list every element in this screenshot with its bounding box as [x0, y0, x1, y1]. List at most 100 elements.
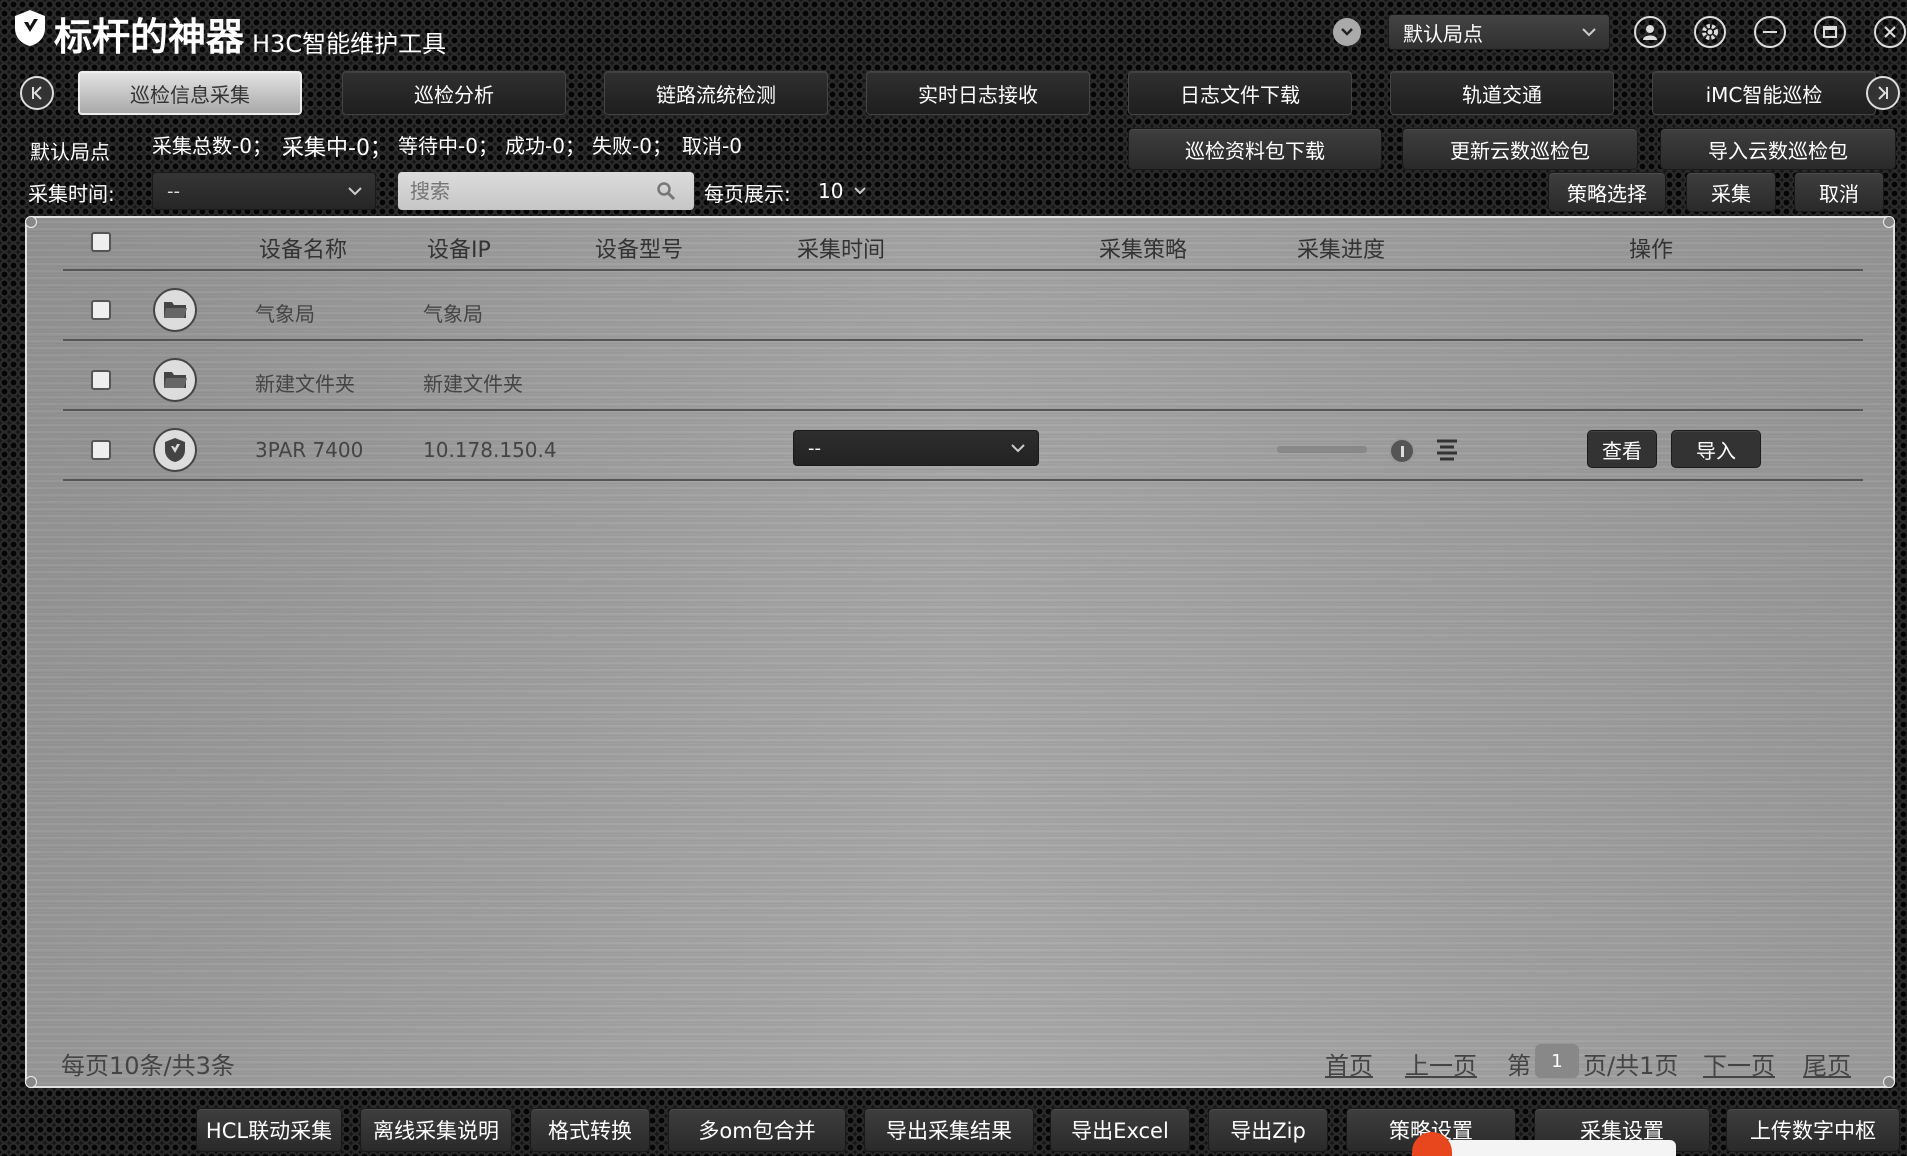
maximize-icon[interactable] [1814, 16, 1846, 48]
corner-screw-icon [1883, 1076, 1895, 1088]
select-all-checkbox[interactable] [91, 232, 111, 252]
row-device-ip: 气象局 [423, 302, 483, 326]
upload-digital-hub-button[interactable]: 上传数字中枢 [1726, 1108, 1900, 1152]
detail-list-icon[interactable] [1435, 438, 1459, 462]
offline-collect-help-button[interactable]: 离线采集说明 [360, 1108, 512, 1152]
row-device-ip: 新建文件夹 [423, 372, 523, 396]
hcl-collect-button[interactable]: HCL联动采集 [196, 1108, 342, 1152]
cancel-button[interactable]: 取消 [1794, 172, 1884, 212]
format-convert-button[interactable]: 格式转换 [530, 1108, 650, 1152]
corner-screw-icon [25, 216, 37, 228]
app-subtitle: H3C智能维护工具 [252, 30, 447, 58]
tab-inspection-analysis[interactable]: 巡检分析 [342, 71, 566, 115]
tab-scroll-right-icon[interactable] [1866, 76, 1900, 110]
site-selector-value: 默认局点 [1403, 21, 1483, 46]
pagination-page-prefix: 第 [1507, 1052, 1531, 1080]
folder-icon [153, 288, 197, 332]
header-device-model: 设备型号 [595, 238, 684, 263]
search-input[interactable] [408, 176, 648, 206]
row-progress-bar [1277, 446, 1367, 453]
app-logo [12, 8, 48, 48]
app-title: 标杆的神器 [54, 15, 245, 59]
corner-screw-icon [25, 1076, 37, 1088]
status-success: 成功-0； [505, 134, 585, 158]
status-waiting: 等待中-0； [398, 134, 498, 158]
row-view-button[interactable]: 查看 [1587, 430, 1657, 468]
tab-log-download[interactable]: 日志文件下载 [1128, 71, 1352, 115]
row-divider [63, 479, 1863, 481]
export-zip-button[interactable]: 导出Zip [1208, 1108, 1328, 1152]
search-icon[interactable] [656, 181, 676, 201]
download-package-button[interactable]: 巡检资料包下载 [1128, 128, 1382, 170]
strategy-select-button[interactable]: 策略选择 [1548, 172, 1666, 212]
collect-time-select[interactable]: -- [152, 172, 376, 210]
chevron-down-icon [348, 187, 362, 196]
per-page-value: 10 [818, 179, 844, 203]
pagination-last[interactable]: 尾页 [1803, 1046, 1851, 1081]
merge-om-button[interactable]: 多om包合并 [668, 1108, 846, 1152]
shield-logo-icon [15, 10, 45, 46]
site-selector[interactable]: 默认局点 [1388, 14, 1610, 50]
tab-rail-transit[interactable]: 轨道交通 [1390, 71, 1614, 115]
status-collecting: 采集中-0； [282, 136, 392, 161]
row-device-ip: 10.178.150.4 [423, 438, 557, 462]
chevron-down-icon [854, 187, 867, 195]
row-device-name: 3PAR 7400 [255, 438, 364, 462]
status-cancelled: 取消-0 [682, 134, 742, 158]
import-cloud-package-button[interactable]: 导入云数巡检包 [1660, 128, 1896, 170]
collect-time-label: 采集时间: [28, 182, 115, 206]
chevron-down-icon [1011, 444, 1025, 453]
pagination-current-page[interactable]: 1 [1535, 1044, 1579, 1078]
tab-imc-inspection[interactable]: iMC智能巡检 [1652, 71, 1876, 115]
header-operation: 操作 [1629, 238, 1674, 263]
current-page-number: 1 [1551, 1050, 1563, 1072]
header-collect-time: 采集时间 [797, 238, 886, 263]
row-checkbox[interactable] [91, 300, 111, 320]
pagination-summary: 每页10条/共3条 [61, 1052, 235, 1080]
gear-icon[interactable] [1694, 16, 1726, 48]
pagination-page-suffix: 页/共1页 [1583, 1052, 1679, 1080]
status-failed: 失败-0； [592, 134, 672, 158]
tab-scroll-left-icon[interactable] [20, 76, 54, 110]
collapse-chevron-icon[interactable] [1333, 18, 1361, 46]
tab-link-flow-detect[interactable]: 链路流统检测 [604, 71, 828, 115]
row-device-name: 新建文件夹 [255, 372, 355, 396]
update-cloud-package-button[interactable]: 更新云数巡检包 [1402, 128, 1638, 170]
close-icon[interactable] [1874, 16, 1906, 48]
user-icon[interactable] [1634, 16, 1666, 48]
collect-time-value: -- [167, 180, 180, 202]
tab-inspection-collect[interactable]: 巡检信息采集 [78, 71, 302, 115]
export-excel-button[interactable]: 导出Excel [1050, 1108, 1190, 1152]
per-page-label: 每页展示: [704, 182, 791, 206]
collect-button[interactable]: 采集 [1686, 172, 1776, 212]
header-collect-progress: 采集进度 [1297, 238, 1386, 263]
corner-screw-icon [1883, 216, 1895, 228]
row-strategy-select[interactable]: -- [793, 430, 1039, 466]
device-table-panel: 设备名称 设备IP 设备型号 采集时间 采集策略 采集进度 操作 气象局 气象局… [25, 216, 1895, 1088]
pagination-prev[interactable]: 上一页 [1405, 1046, 1477, 1081]
minimize-icon[interactable] [1754, 16, 1786, 48]
per-page-select[interactable]: 10 [818, 172, 888, 210]
pagination-first[interactable]: 首页 [1325, 1046, 1373, 1081]
device-shield-icon [153, 428, 197, 472]
row-checkbox[interactable] [91, 440, 111, 460]
info-icon[interactable] [1389, 438, 1415, 464]
row-device-name: 气象局 [255, 302, 315, 326]
row-divider [63, 339, 1863, 341]
row-divider [63, 409, 1863, 411]
header-device-name: 设备名称 [259, 238, 348, 263]
header-divider [63, 269, 1863, 271]
header-collect-strategy: 采集策略 [1099, 238, 1188, 263]
folder-icon [153, 358, 197, 402]
search-box[interactable] [398, 172, 694, 210]
chevron-down-icon [1582, 28, 1596, 37]
row-checkbox[interactable] [91, 370, 111, 390]
row-strategy-value: -- [808, 437, 821, 459]
header-device-ip: 设备IP [427, 238, 491, 263]
pagination-next[interactable]: 下一页 [1703, 1046, 1775, 1081]
export-result-button[interactable]: 导出采集结果 [864, 1108, 1034, 1152]
tab-realtime-log[interactable]: 实时日志接收 [866, 71, 1090, 115]
status-total: 采集总数-0； [152, 134, 272, 158]
ime-toolbar[interactable] [1418, 1140, 1676, 1156]
row-import-button[interactable]: 导入 [1671, 430, 1761, 468]
